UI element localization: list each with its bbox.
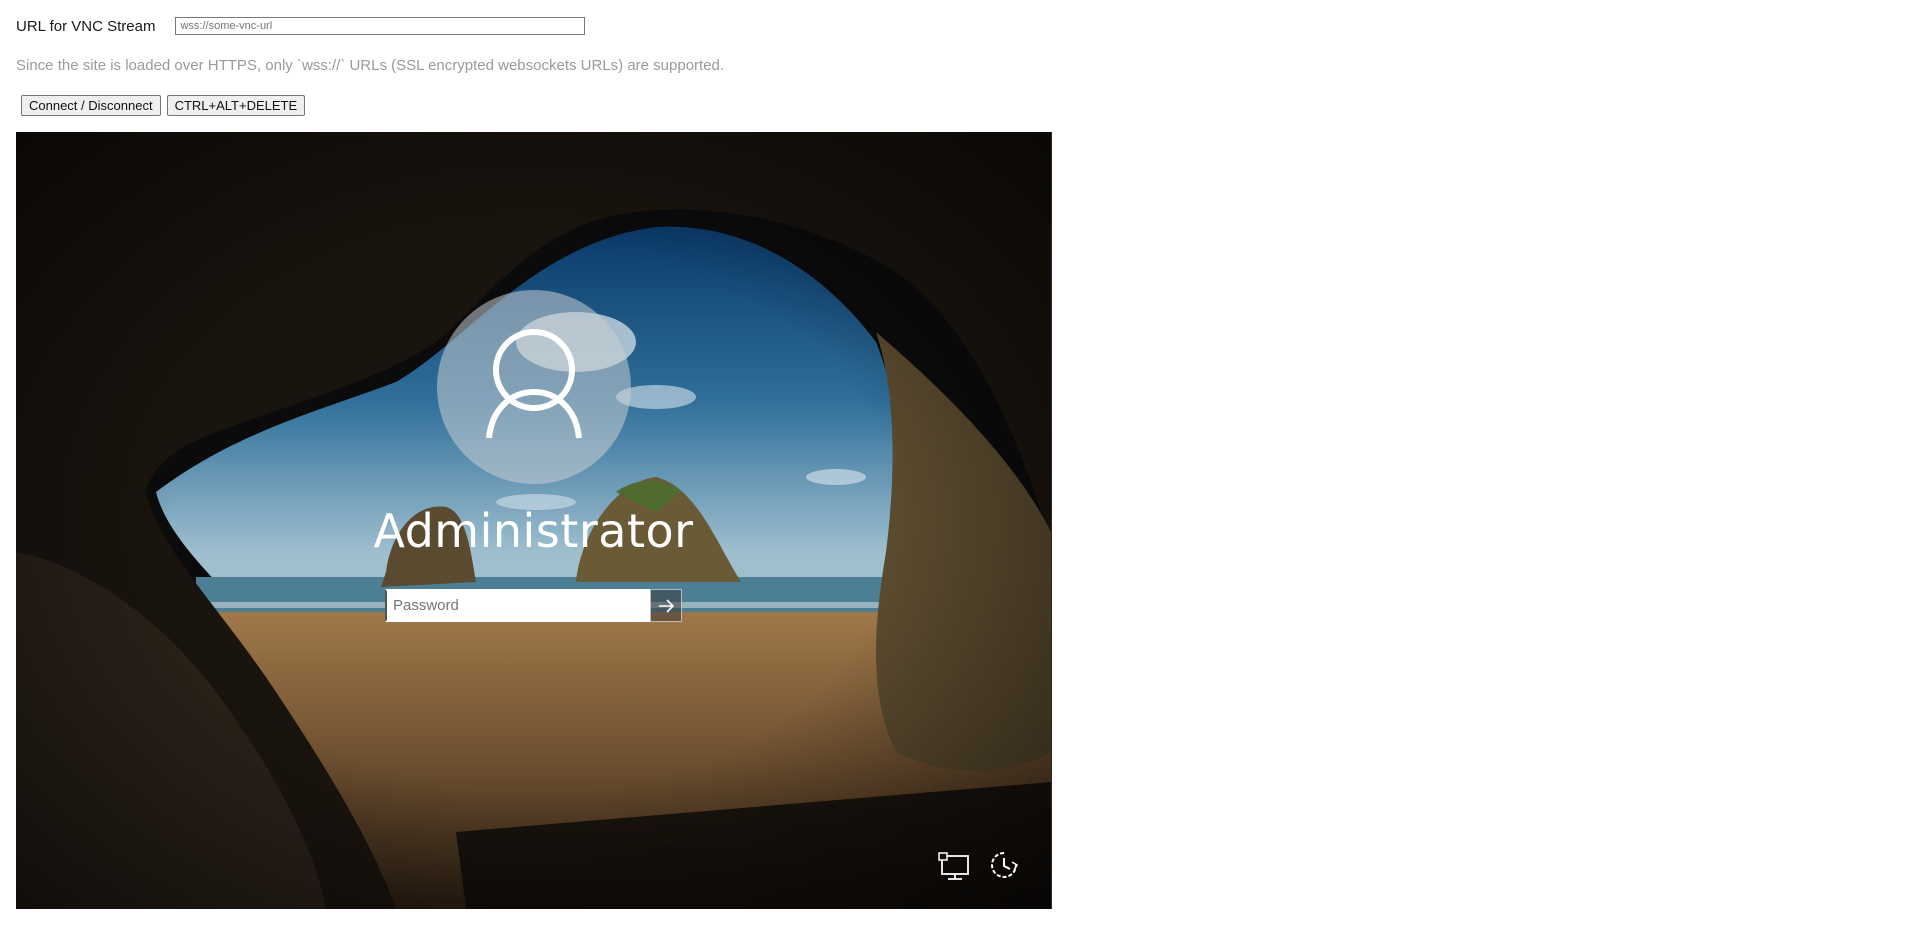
url-row: URL for VNC Stream <box>16 17 586 35</box>
network-icon[interactable] <box>937 848 971 882</box>
url-label: URL for VNC Stream <box>16 17 156 35</box>
password-row <box>385 589 682 622</box>
connect-disconnect-button[interactable]: Connect / Disconnect <box>21 95 161 116</box>
https-note: Since the site is loaded over HTTPS, onl… <box>16 57 725 74</box>
user-avatar <box>437 290 631 484</box>
lockscreen-username: Administrator <box>373 504 694 558</box>
user-silhouette-icon <box>486 329 582 439</box>
ctrl-alt-delete-button[interactable]: CTRL+ALT+DELETE <box>166 95 306 116</box>
button-row: Connect / Disconnect CTRL+ALT+DELETE <box>21 95 306 116</box>
arrow-right-icon <box>659 598 675 613</box>
lockscreen-bottom-icons <box>937 848 1021 882</box>
password-input[interactable] <box>385 589 650 622</box>
password-submit-button[interactable] <box>650 589 682 622</box>
ease-of-access-power-icon[interactable] <box>987 848 1021 882</box>
vnc-url-input[interactable] <box>175 17 586 35</box>
vnc-canvas[interactable]: Administrator <box>16 132 1052 909</box>
